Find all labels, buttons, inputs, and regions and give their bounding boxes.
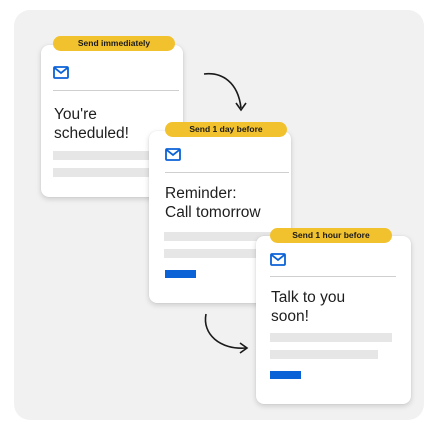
mail-icon [53, 66, 69, 79]
mail-icon [270, 253, 286, 266]
placeholder-line [270, 350, 378, 359]
card-divider [270, 276, 396, 277]
send-1-hour-before-badge: Send 1 hour before [270, 228, 392, 243]
cta-button-placeholder [270, 371, 301, 379]
card-divider [165, 172, 289, 173]
placeholder-line [270, 333, 392, 342]
curved-arrow-icon [204, 313, 249, 354]
send-immediately-badge: Send immediately [53, 36, 175, 51]
curved-arrow-icon [203, 73, 247, 112]
send-1-day-before-badge: Send 1 day before [165, 122, 287, 137]
placeholder-line [164, 249, 258, 258]
cta-button-placeholder [165, 270, 196, 278]
card-divider [53, 90, 179, 91]
placeholder-line [53, 151, 149, 160]
mail-icon [165, 148, 181, 161]
message-reminder: Reminder: Call tomorrow [165, 185, 261, 221]
placeholder-line [53, 168, 149, 177]
message-talk-soon: Talk to you soon! [271, 289, 346, 325]
message-scheduled: You're scheduled! [54, 106, 129, 142]
